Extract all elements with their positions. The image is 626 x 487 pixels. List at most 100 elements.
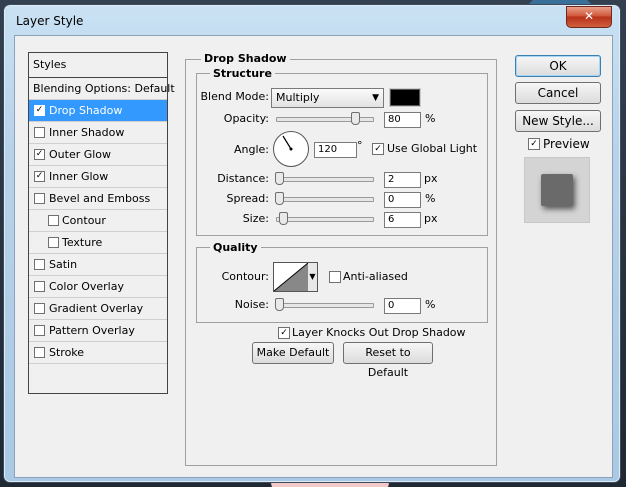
styles-item-label: Outer Glow xyxy=(49,148,112,161)
styles-item-inner-glow[interactable]: ✓ Inner Glow xyxy=(29,166,167,188)
opacity-input[interactable]: 80 xyxy=(384,112,421,128)
styles-item-label: Inner Glow xyxy=(49,170,109,183)
styles-item-checkbox[interactable]: ✓ xyxy=(34,105,45,116)
noise-slider-track[interactable] xyxy=(276,303,374,308)
chevron-down-icon: ▼ xyxy=(309,272,316,281)
angle-dial[interactable] xyxy=(273,131,309,167)
opacity-label: Opacity: xyxy=(223,112,269,125)
spread-slider-track[interactable] xyxy=(276,197,374,202)
anti-aliased-checkbox[interactable] xyxy=(329,271,341,283)
styles-item-texture[interactable]: Texture xyxy=(29,232,167,254)
contour-picker[interactable] xyxy=(273,262,309,292)
title-bar[interactable]: Layer Style ✕ xyxy=(4,5,620,37)
styles-item-label: Inner Shadow xyxy=(49,126,125,139)
styles-item-blending-options-default[interactable]: Blending Options: Default xyxy=(29,78,175,100)
styles-item-label: Satin xyxy=(49,258,78,271)
layer-knocks-out-checkbox[interactable]: ✓ xyxy=(278,327,290,339)
cancel-button[interactable]: Cancel xyxy=(515,82,601,104)
styles-item-inner-shadow[interactable]: Inner Shadow xyxy=(29,122,167,144)
styles-item-checkbox[interactable] xyxy=(34,259,45,270)
anti-aliased-label[interactable]: Anti-aliased xyxy=(343,270,408,283)
distance-unit: px xyxy=(424,172,438,185)
styles-item-color-overlay[interactable]: Color Overlay xyxy=(29,276,167,298)
noise-slider-thumb[interactable] xyxy=(275,298,284,311)
styles-list-header[interactable]: Styles xyxy=(29,53,167,78)
shadow-color-swatch[interactable] xyxy=(389,88,421,107)
styles-item-label: Stroke xyxy=(49,346,85,359)
size-unit: px xyxy=(424,212,438,225)
blend-mode-label: Blend Mode: xyxy=(200,90,270,103)
angle-unit: ° xyxy=(357,139,363,152)
styles-item-outer-glow[interactable]: ✓ Outer Glow xyxy=(29,144,167,166)
styles-item-label: Contour xyxy=(62,214,106,227)
blend-mode-select[interactable]: Multiply ▼ xyxy=(271,88,384,108)
styles-item-checkbox[interactable] xyxy=(34,325,45,336)
dialog-client-area: Styles Blending Options: Default ✓ Drop Sh… xyxy=(14,35,613,478)
noise-unit: % xyxy=(425,298,436,311)
dialog-title: Layer Style xyxy=(16,14,84,28)
styles-item-checkbox[interactable]: ✓ xyxy=(34,149,45,160)
preview-label[interactable]: Preview xyxy=(543,137,590,151)
size-slider-track[interactable] xyxy=(276,217,374,222)
use-global-light-checkbox[interactable]: ✓ xyxy=(372,143,384,155)
styles-item-bevel-and-emboss[interactable]: Bevel and Emboss xyxy=(29,188,167,210)
styles-item-label: Gradient Overlay xyxy=(49,302,144,315)
close-button[interactable]: ✕ xyxy=(566,6,612,28)
close-icon: ✕ xyxy=(583,9,595,23)
layer-knocks-out-label[interactable]: Layer Knocks Out Drop Shadow xyxy=(292,326,466,339)
distance-input[interactable]: 2 xyxy=(384,172,421,188)
styles-item-label: Texture xyxy=(62,236,103,249)
styles-item-drop-shadow[interactable]: ✓ Drop Shadow xyxy=(29,100,167,122)
styles-item-label: Pattern Overlay xyxy=(49,324,135,337)
opacity-slider-thumb[interactable] xyxy=(351,112,360,125)
distance-label: Distance: xyxy=(217,172,269,185)
styles-item-checkbox[interactable] xyxy=(34,127,45,138)
quality-title: Quality xyxy=(210,241,261,254)
styles-item-checkbox[interactable] xyxy=(34,193,45,204)
styles-item-label: Drop Shadow xyxy=(49,104,123,117)
styles-item-checkbox[interactable]: ✓ xyxy=(34,171,45,182)
spread-input[interactable]: 0 xyxy=(384,192,421,208)
styles-item-label: Blending Options: Default xyxy=(33,82,175,95)
noise-input[interactable]: 0 xyxy=(384,298,421,314)
angle-dial-hand xyxy=(282,135,293,151)
spread-label: Spread: xyxy=(226,192,269,205)
size-slider-thumb[interactable] xyxy=(279,212,288,225)
styles-item-checkbox[interactable] xyxy=(34,303,45,314)
styles-item-stroke[interactable]: Stroke xyxy=(29,342,167,364)
layer-style-dialog: Layer Style ✕ Styles Blending Options: D… xyxy=(3,4,621,483)
styles-item-checkbox[interactable] xyxy=(34,281,45,292)
preview-checkbox[interactable]: ✓ xyxy=(528,138,540,150)
distance-slider-track[interactable] xyxy=(276,177,374,182)
use-global-light-label[interactable]: Use Global Light xyxy=(387,142,477,155)
angle-label: Angle: xyxy=(233,143,269,156)
size-input[interactable]: 6 xyxy=(384,212,421,228)
structure-title: Structure xyxy=(210,67,275,80)
opacity-unit: % xyxy=(425,112,436,125)
quality-group xyxy=(196,247,488,323)
spread-unit: % xyxy=(425,192,436,205)
styles-list: Styles Blending Options: Default ✓ Drop Sh… xyxy=(28,52,175,394)
styles-item-contour[interactable]: Contour xyxy=(29,210,167,232)
ok-button[interactable]: OK xyxy=(515,55,601,77)
new-style-button[interactable]: New Style... xyxy=(515,110,601,132)
distance-slider-thumb[interactable] xyxy=(275,172,284,185)
reset-to-default-button[interactable]: Reset to Default xyxy=(343,342,433,379)
styles-item-checkbox[interactable] xyxy=(48,215,59,226)
styles-item-checkbox[interactable] xyxy=(34,347,45,358)
spread-slider-thumb[interactable] xyxy=(275,192,284,205)
styles-item-satin[interactable]: Satin xyxy=(29,254,167,276)
styles-item-gradient-overlay[interactable]: Gradient Overlay xyxy=(29,298,167,320)
contour-linear-icon xyxy=(274,263,308,291)
size-label: Size: xyxy=(242,212,269,225)
angle-input[interactable]: 120 xyxy=(314,142,357,158)
drop-shadow-title: Drop Shadow xyxy=(201,52,290,65)
make-default-button[interactable]: Make Default xyxy=(252,342,334,364)
styles-item-pattern-overlay[interactable]: Pattern Overlay xyxy=(29,320,167,342)
preview-square xyxy=(541,174,573,206)
contour-label: Contour: xyxy=(221,270,269,283)
styles-item-label: Bevel and Emboss xyxy=(49,192,151,205)
styles-item-checkbox[interactable] xyxy=(48,237,59,248)
style-preview-thumbnail xyxy=(524,157,590,223)
contour-dropdown-button[interactable]: ▼ xyxy=(308,262,318,292)
